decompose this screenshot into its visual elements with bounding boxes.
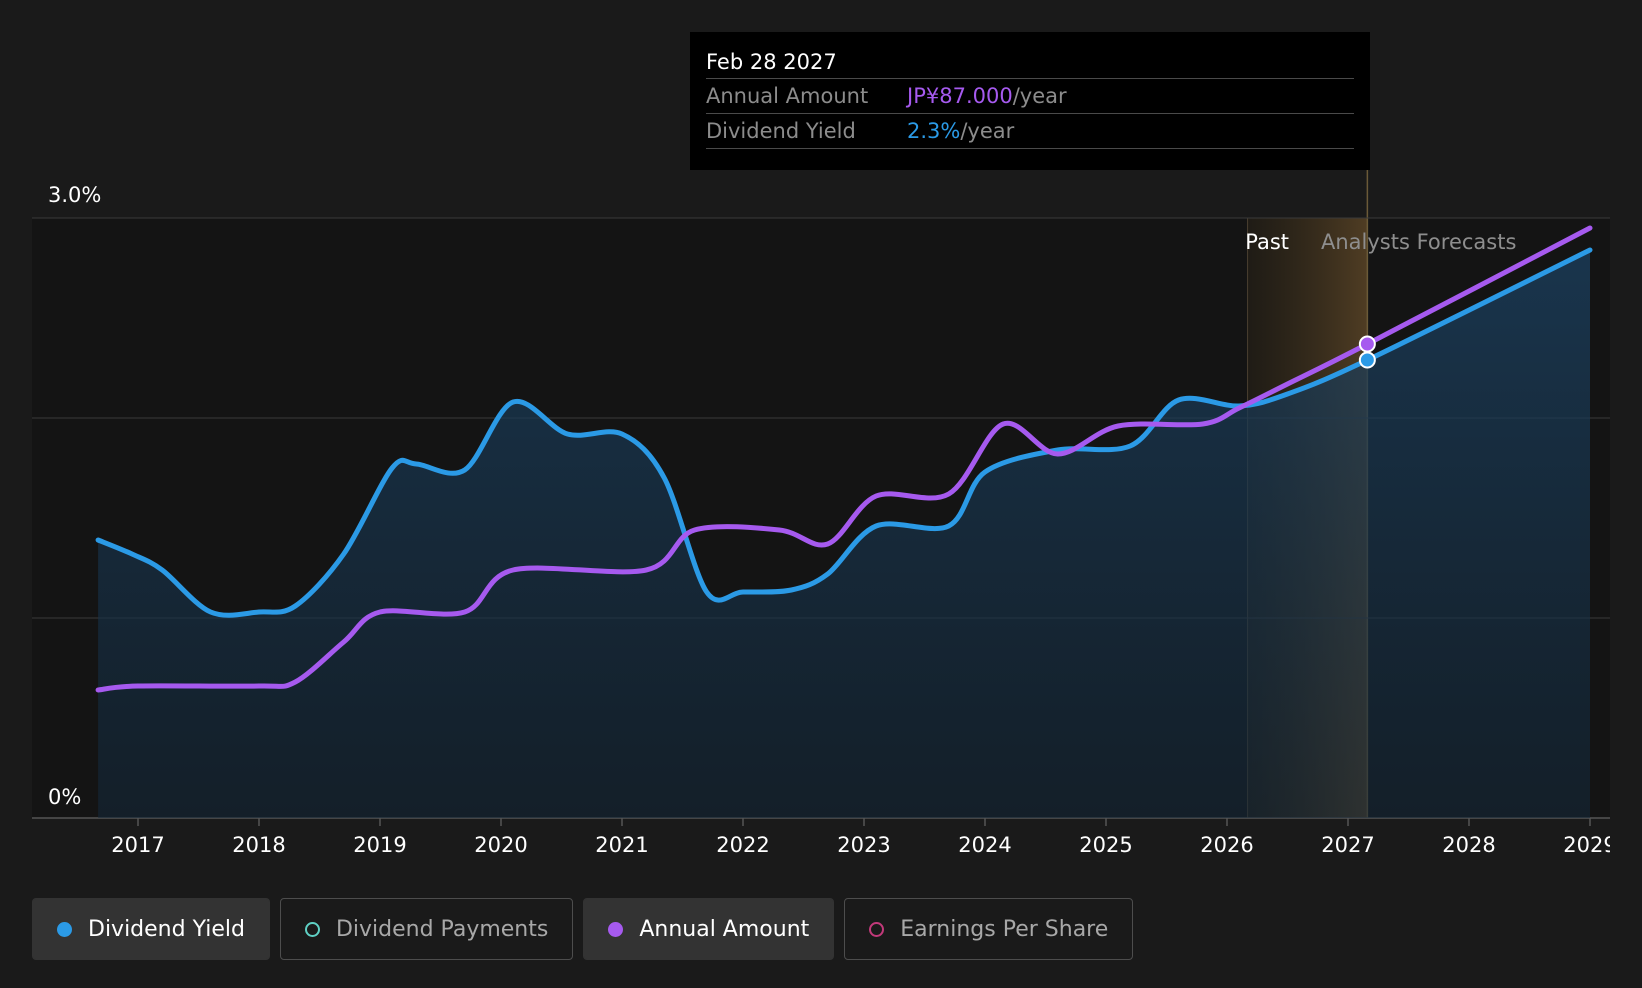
legend-label: Annual Amount: [639, 916, 810, 942]
y-tick-label: 3.0%: [48, 183, 101, 207]
legend-label: Earnings Per Share: [900, 916, 1109, 942]
legend-label: Dividend Yield: [88, 916, 245, 942]
dividend-yield-marker: [1358, 351, 1376, 369]
tooltip-row-annual-amount: Annual Amount JP¥87.000/year: [706, 78, 1354, 113]
x-tick-label: 2017: [111, 833, 164, 857]
x-tick-label: 2021: [595, 833, 648, 857]
legend-item-annual-amount[interactable]: Annual Amount: [583, 898, 835, 960]
legend-item-earnings-per-share[interactable]: Earnings Per Share: [844, 898, 1134, 960]
legend-item-dividend-payments[interactable]: Dividend Payments: [279, 898, 574, 960]
x-tick-label: 2029: [1563, 833, 1616, 857]
y-tick-label: 0%: [48, 785, 81, 809]
x-tick-label: 2018: [232, 833, 285, 857]
tooltip-unit: /year: [1012, 84, 1067, 108]
past-label: Past: [1245, 230, 1289, 254]
legend-dot-icon: [304, 921, 320, 937]
tooltip-value: 2.3%: [907, 119, 961, 143]
annual-amount-marker: [1358, 335, 1376, 353]
x-tick-label: 2027: [1321, 833, 1374, 857]
x-tick-label: 2022: [716, 833, 769, 857]
legend-item-dividend-yield[interactable]: Dividend Yield: [32, 898, 270, 960]
tooltip-unit: /year: [960, 119, 1015, 143]
legend-label: Dividend Payments: [335, 916, 549, 942]
legend: Dividend Yield Dividend Payments Annual …: [32, 898, 1134, 960]
tooltip: Feb 28 2027 Annual Amount JP¥87.000/year…: [690, 32, 1370, 170]
legend-dot-icon: [869, 921, 885, 937]
tooltip-row-dividend-yield: Dividend Yield 2.3%/year: [706, 113, 1354, 149]
x-tick-label: 2019: [353, 833, 406, 857]
tooltip-value: JP¥87.000: [907, 84, 1013, 108]
x-tick-label: 2020: [474, 833, 527, 857]
legend-dot-icon: [608, 921, 624, 937]
x-tick-label: 2024: [958, 833, 1011, 857]
axis-mask: [1610, 820, 1642, 870]
tooltip-label: Annual Amount: [706, 84, 869, 108]
x-tick-label: 2023: [837, 833, 890, 857]
x-tick-label: 2025: [1079, 833, 1132, 857]
tooltip-label: Dividend Yield: [706, 119, 856, 143]
tooltip-date: Feb 28 2027: [706, 50, 837, 74]
x-tick-label: 2026: [1200, 833, 1253, 857]
legend-dot-icon: [57, 921, 72, 937]
x-tick-label: 2028: [1442, 833, 1495, 857]
forecast-label: Analysts Forecasts: [1321, 230, 1516, 254]
